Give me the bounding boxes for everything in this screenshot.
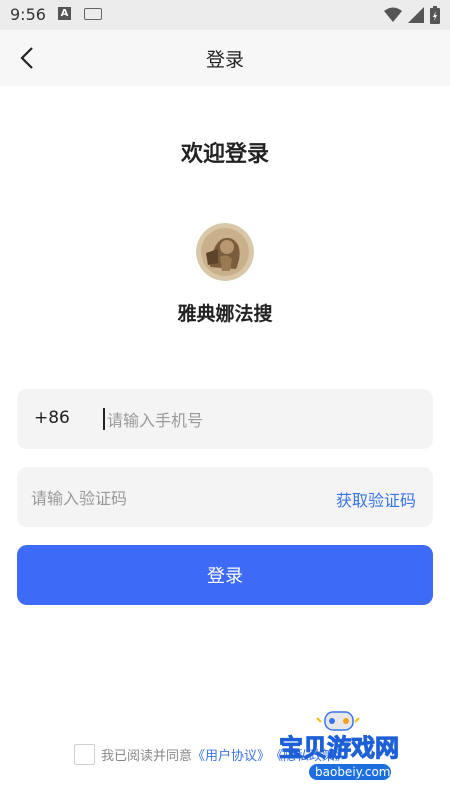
app-name: 雅典娜法搜 [177, 303, 273, 325]
watermark-logo: 宝贝游戏网 baobeiy.com [279, 711, 400, 780]
login-button[interactable]: 登录 [17, 545, 433, 605]
status-icons [384, 6, 440, 24]
athena-statue-icon [196, 223, 254, 281]
wifi-icon [384, 7, 402, 22]
accessibility-icon: A [58, 7, 71, 20]
svg-text:baobeiy.com: baobeiy.com [315, 765, 390, 779]
status-time: 9:56 [10, 5, 46, 24]
chevron-left-icon [20, 47, 33, 69]
status-bar: 9:56 A [0, 0, 450, 30]
code-input[interactable] [29, 482, 313, 514]
watermark: 宝贝游戏网 baobeiy.com [277, 710, 442, 790]
country-code[interactable]: +86 [34, 408, 70, 428]
signal-icon [408, 7, 424, 23]
phone-input[interactable] [105, 404, 419, 436]
agreement-text: 我已阅读并同意 [101, 749, 193, 764]
phone-field: +86 [17, 389, 433, 449]
app-logo [196, 223, 254, 281]
welcome-heading: 欢迎登录 [180, 142, 269, 167]
code-field: 获取验证码 [17, 467, 433, 527]
agree-checkbox[interactable] [74, 744, 95, 765]
battery-icon [430, 6, 440, 24]
app-bar: 登录 [0, 30, 450, 86]
back-button[interactable] [14, 44, 42, 72]
page-title: 登录 [205, 48, 244, 71]
get-code-button[interactable]: 获取验证码 [336, 487, 416, 511]
svg-text:宝贝游戏网: 宝贝游戏网 [279, 734, 399, 762]
user-agreement-link[interactable]: 《用户协议》 [192, 745, 270, 764]
keyboard-icon [84, 8, 102, 20]
